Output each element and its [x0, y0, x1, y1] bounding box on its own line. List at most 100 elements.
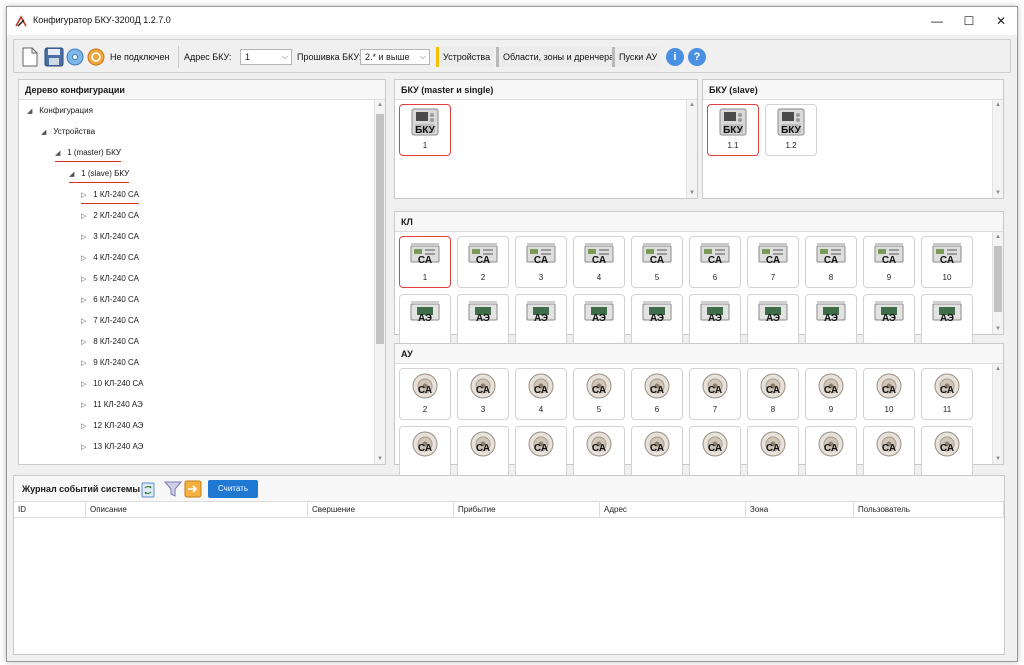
expand-arrow-icon[interactable]: ▷	[81, 376, 91, 394]
scroll-up-icon[interactable]: ▲	[687, 100, 697, 110]
info-icon[interactable]: i	[666, 48, 684, 66]
device-tile[interactable]: СА	[515, 426, 567, 478]
expand-arrow-icon[interactable]: ◢	[27, 103, 37, 121]
device-tile[interactable]: СА 3	[515, 236, 567, 288]
read-button[interactable]: Считать	[208, 480, 258, 498]
scroll-up-icon[interactable]: ▲	[375, 100, 385, 110]
device-tile[interactable]: АЭ	[631, 294, 683, 346]
device-tile[interactable]: БКУ 1.2	[765, 104, 817, 156]
help-icon[interactable]: ?	[688, 48, 706, 66]
tree-item[interactable]: ▷ 13 КЛ-240 АЭ	[81, 438, 143, 456]
tree-item[interactable]: ▷ 3 КЛ-240 СА	[81, 228, 139, 246]
expand-arrow-icon[interactable]: ▷	[81, 439, 91, 457]
tree-item[interactable]: ◢ Устройства	[41, 123, 95, 141]
scroll-thumb[interactable]	[994, 246, 1002, 312]
tree-item[interactable]: ◢ 1 (master) БКУ	[55, 144, 121, 162]
device-tile[interactable]: СА 9	[863, 236, 915, 288]
filter-icon[interactable]	[164, 480, 182, 498]
tab-starts[interactable]: Пуски АУ	[612, 47, 662, 67]
column-header[interactable]: Прибытие	[454, 502, 600, 518]
tree-item[interactable]: ▷ 9 КЛ-240 СА	[81, 354, 139, 372]
device-tile[interactable]: СА 9	[805, 368, 857, 420]
tree-item[interactable]: ◢ Конфигурация	[27, 102, 93, 120]
device-tile[interactable]: СА 8	[747, 368, 799, 420]
device-tile[interactable]: АЭ	[747, 294, 799, 346]
tree-item[interactable]: ▷ 6 КЛ-240 СА	[81, 291, 139, 309]
au-scrollbar[interactable]: ▲ ▼	[992, 364, 1003, 464]
device-tile[interactable]: СА 1	[399, 236, 451, 288]
save-icon[interactable]	[44, 47, 64, 67]
scroll-down-icon[interactable]: ▼	[993, 454, 1003, 464]
minimize-button[interactable]: —	[921, 7, 953, 35]
column-header[interactable]: Свершение	[308, 502, 454, 518]
tab-areas[interactable]: Области, зоны и дренчера	[496, 47, 619, 67]
device-tile[interactable]: СА	[573, 426, 625, 478]
device-tile[interactable]: АЭ	[573, 294, 625, 346]
device-tile[interactable]: АЭ	[457, 294, 509, 346]
scroll-down-icon[interactable]: ▼	[993, 188, 1003, 198]
device-tile[interactable]: СА 5	[573, 368, 625, 420]
device-tile[interactable]: СА	[921, 426, 973, 478]
device-tile[interactable]: СА 8	[805, 236, 857, 288]
device-tile[interactable]: БКУ 1.1	[707, 104, 759, 156]
device-tile[interactable]: СА	[457, 426, 509, 478]
expand-arrow-icon[interactable]: ▷	[81, 418, 91, 436]
tree-item[interactable]: ▷ 8 КЛ-240 СА	[81, 333, 139, 351]
tree-item[interactable]: ▷ 7 КЛ-240 СА	[81, 312, 139, 330]
column-header[interactable]: Зона	[746, 502, 854, 518]
device-tile[interactable]: СА	[399, 426, 451, 478]
device-tile[interactable]: СА 10	[863, 368, 915, 420]
expand-arrow-icon[interactable]: ▷	[81, 187, 91, 205]
device-tile[interactable]: СА 6	[689, 236, 741, 288]
tree-item[interactable]: ▷ 4 КЛ-240 СА	[81, 249, 139, 267]
scroll-up-icon[interactable]: ▲	[993, 100, 1003, 110]
device-tile[interactable]: АЭ	[805, 294, 857, 346]
column-header[interactable]: Описание	[86, 502, 308, 518]
device-tile[interactable]: АЭ	[399, 294, 451, 346]
bku-master-scrollbar[interactable]: ▲ ▼	[686, 100, 697, 198]
tab-devices[interactable]: Устройства	[436, 47, 495, 67]
device-tile[interactable]: АЭ	[863, 294, 915, 346]
expand-arrow-icon[interactable]: ▷	[81, 229, 91, 247]
device-tile[interactable]: СА	[805, 426, 857, 478]
disk-icon[interactable]	[66, 48, 84, 66]
device-tile[interactable]: СА	[863, 426, 915, 478]
device-tile[interactable]: АЭ	[515, 294, 567, 346]
scroll-up-icon[interactable]: ▲	[993, 364, 1003, 374]
expand-arrow-icon[interactable]: ◢	[69, 166, 79, 184]
device-tile[interactable]: СА 10	[921, 236, 973, 288]
expand-arrow-icon[interactable]: ▷	[81, 397, 91, 415]
kl-scrollbar[interactable]: ▲ ▼	[992, 232, 1003, 334]
device-tile[interactable]: БКУ 1	[399, 104, 451, 156]
clear-icon[interactable]	[140, 480, 156, 498]
tree-item[interactable]: ▷ 1 КЛ-240 СА	[81, 186, 139, 204]
device-tile[interactable]: СА 2	[457, 236, 509, 288]
column-header[interactable]: ID	[14, 502, 86, 518]
expand-arrow-icon[interactable]: ▷	[81, 250, 91, 268]
tree-item[interactable]: ◢ 1 (slave) БКУ	[69, 165, 130, 184]
tree-item[interactable]: ▷ 5 КЛ-240 СА	[81, 270, 139, 288]
tree-item[interactable]: ▷ 2 КЛ-240 СА	[81, 207, 139, 225]
device-tile[interactable]: СА 7	[747, 236, 799, 288]
tree-item[interactable]: ▷ 10 КЛ-240 СА	[81, 375, 143, 393]
device-tile[interactable]: СА	[631, 426, 683, 478]
expand-arrow-icon[interactable]: ▷	[81, 271, 91, 289]
expand-arrow-icon[interactable]: ▷	[81, 292, 91, 310]
scroll-down-icon[interactable]: ▼	[993, 324, 1003, 334]
close-button[interactable]: ✕	[985, 7, 1017, 35]
device-tile[interactable]: АЭ	[689, 294, 741, 346]
scroll-thumb[interactable]	[376, 114, 384, 344]
new-file-icon[interactable]	[22, 47, 38, 67]
column-header[interactable]: Пользователь	[854, 502, 1004, 518]
expand-arrow-icon[interactable]: ▷	[81, 208, 91, 226]
device-tile[interactable]: СА 4	[573, 236, 625, 288]
device-tile[interactable]: СА 11	[921, 368, 973, 420]
device-tile[interactable]: СА 7	[689, 368, 741, 420]
address-select[interactable]: 1 ⌵	[240, 49, 292, 65]
expand-arrow-icon[interactable]: ▷	[81, 313, 91, 331]
tree-item[interactable]: ▷ 12 КЛ-240 АЭ	[81, 417, 143, 435]
device-tile[interactable]: СА 2	[399, 368, 451, 420]
tree-scrollbar[interactable]: ▲ ▼	[374, 100, 385, 464]
tree-item[interactable]: ▷ 11 КЛ-240 АЭ	[81, 396, 143, 414]
device-tile[interactable]: СА	[689, 426, 741, 478]
